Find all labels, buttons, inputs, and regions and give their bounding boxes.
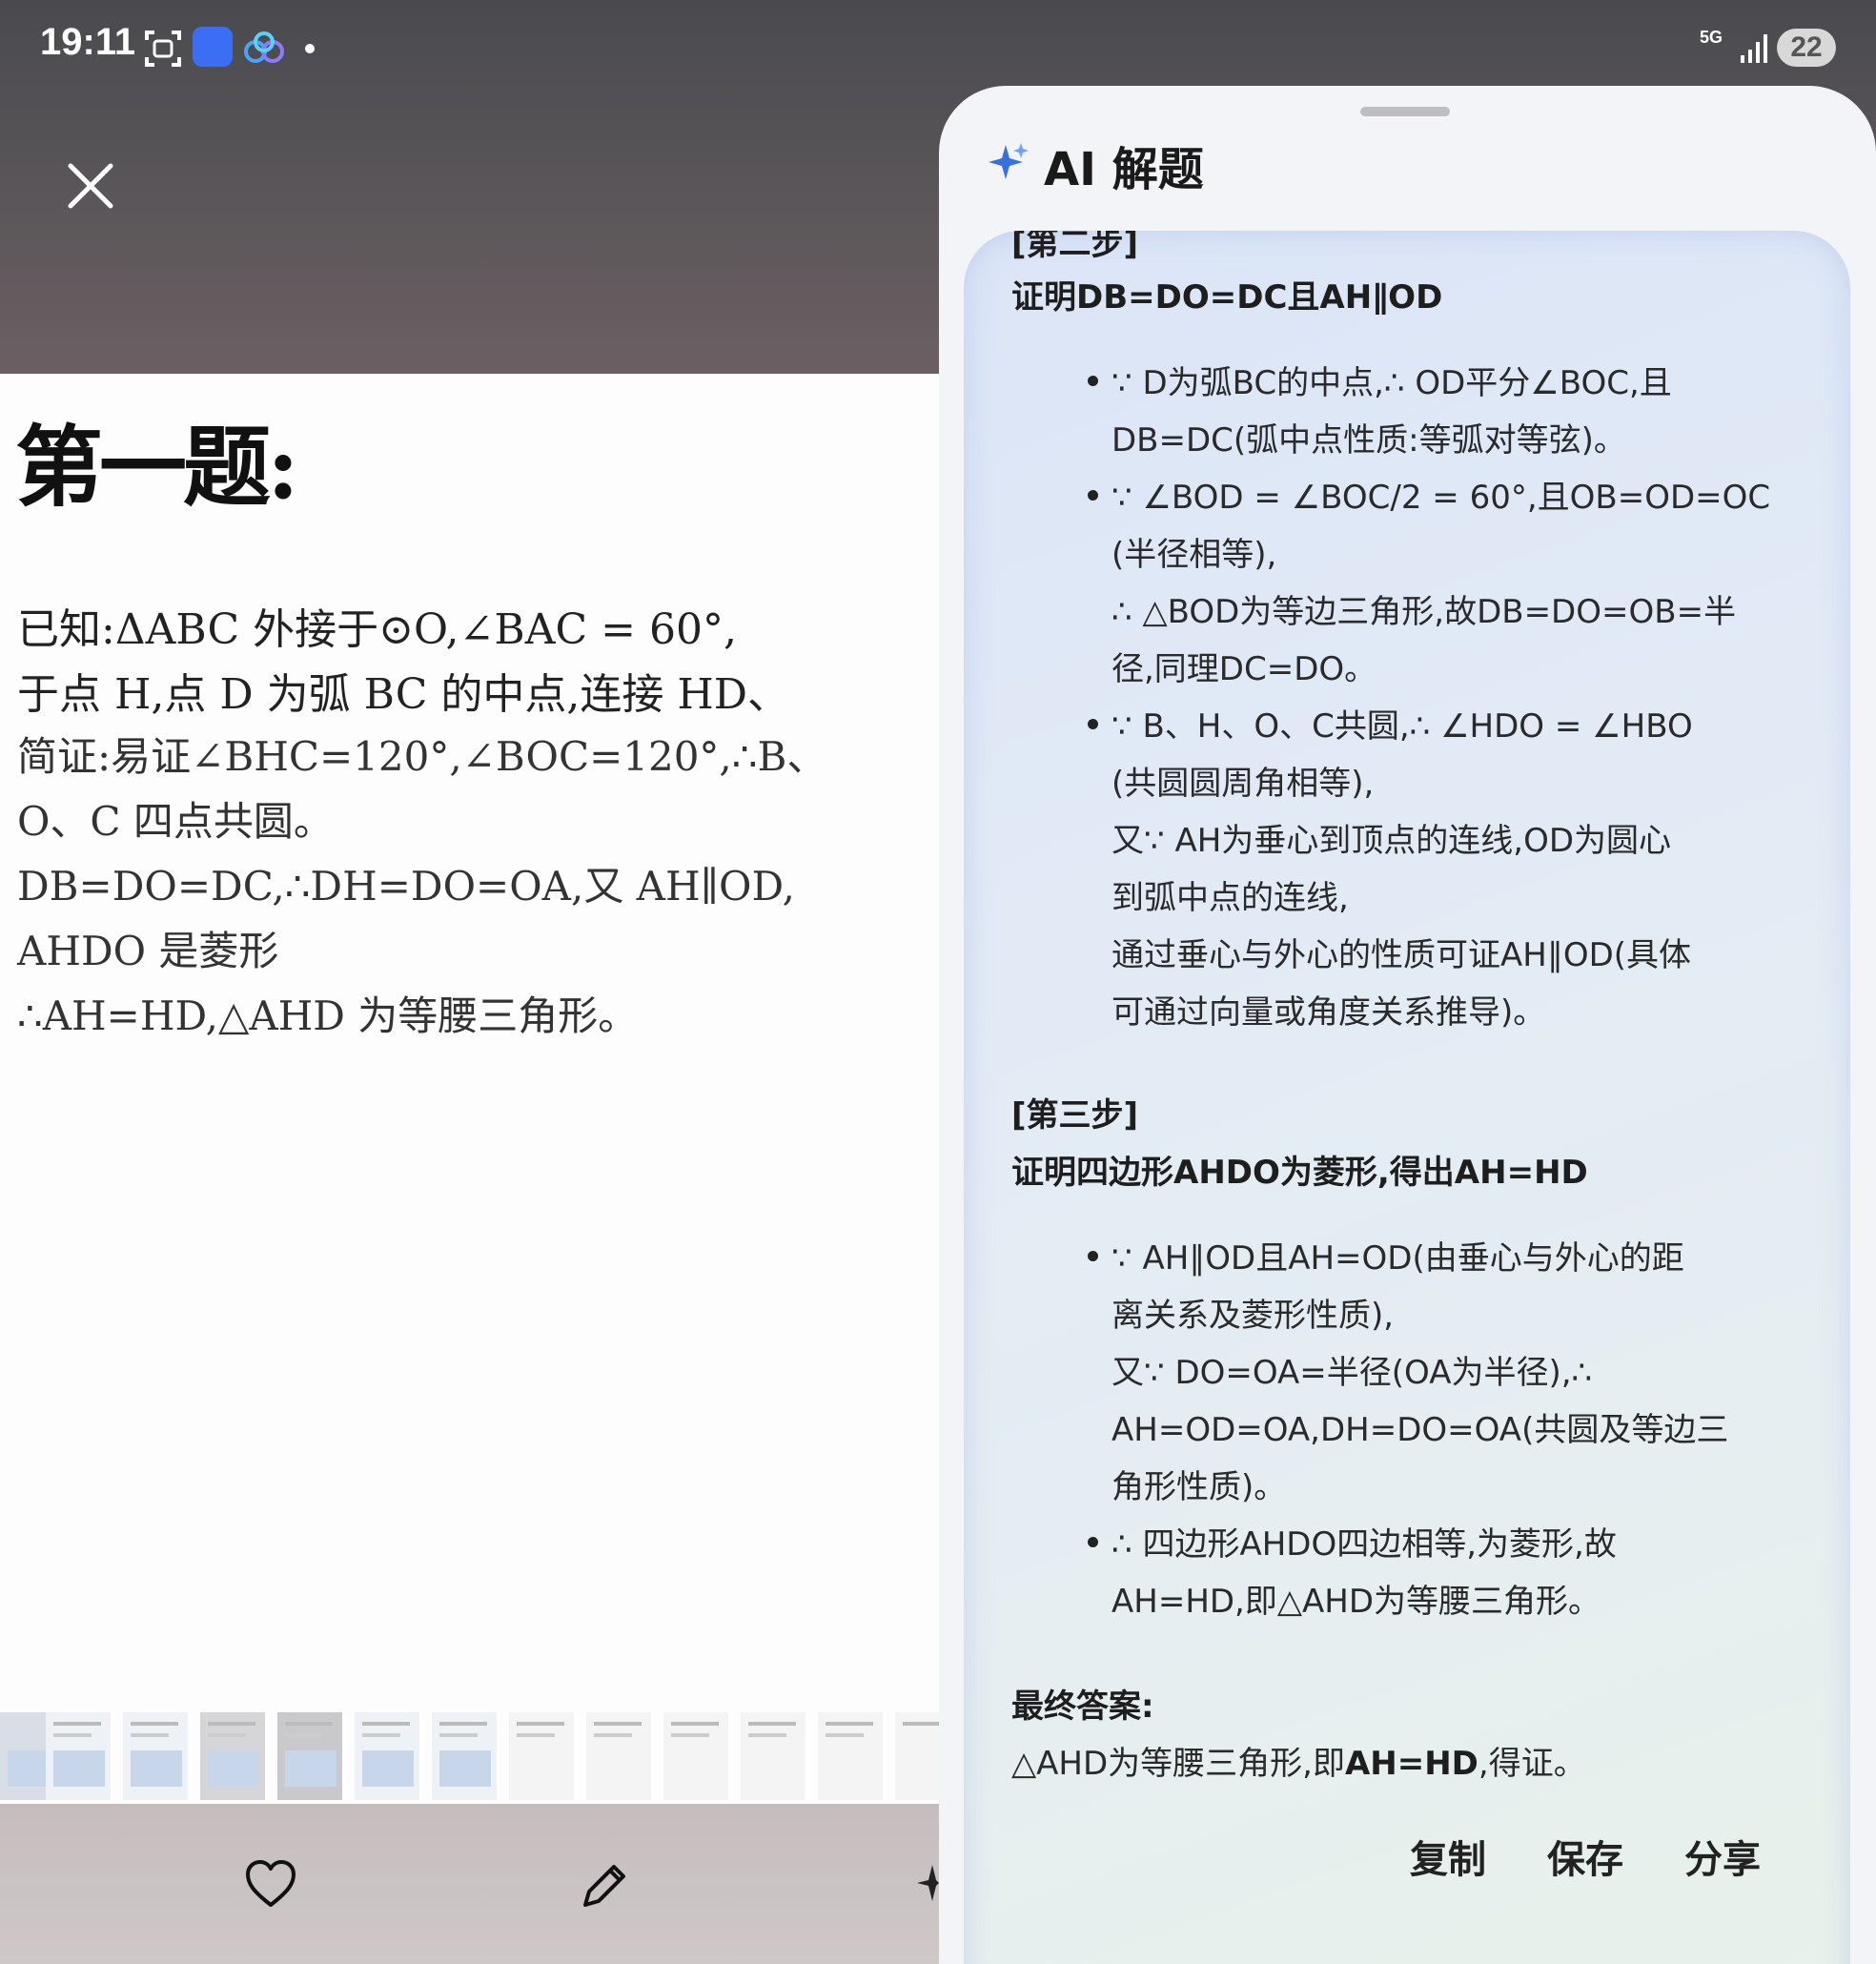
step2-line: 到弧中点的连线, <box>1111 879 1349 917</box>
solution-card: [第二步] 证明DB=DO=DC且AH∥OD ∵ D为弧BC的中点,∴ OD平分… <box>964 231 1850 1964</box>
step3-line: ∵ AH∥OD且AH=OD(由垂心与外心的距 <box>1111 1239 1684 1278</box>
heart-icon[interactable] <box>244 1859 297 1909</box>
document-line: 于点 H,点 D 为弧 BC 的中点,连接 HD、 <box>17 670 790 719</box>
sheet-title: AI 解题 <box>1044 143 1204 196</box>
document-line: DB=DO=DC,∴DH=DO=OA,又 AH∥OD, <box>17 863 795 910</box>
thumbnail[interactable] <box>200 1712 269 1800</box>
thumbnail[interactable] <box>895 1712 939 1800</box>
sheet-drag-handle[interactable] <box>1360 107 1450 116</box>
signal-icon <box>1741 34 1767 63</box>
bullet-dot <box>1088 1251 1098 1261</box>
step3-heading: 证明四边形AHDO为菱形,得出AH=HD <box>1011 1154 1588 1192</box>
share-button[interactable]: 分享 <box>1684 1829 1761 1884</box>
step3-label: [第三步] <box>1011 1096 1139 1135</box>
thumbnail[interactable] <box>355 1712 423 1800</box>
thumbnail[interactable] <box>123 1712 192 1800</box>
step3-line: 又∵ DO=OA=半径(OA为半径),∴ <box>1111 1354 1593 1392</box>
step2-line: ∵ B、H、O、C共圆,∴ ∠HDO = ∠HBO <box>1111 707 1693 746</box>
thumbnail[interactable] <box>46 1712 114 1800</box>
step3-line: AH=HD,即△AHD为等腰三角形。 <box>1111 1583 1601 1621</box>
document-image: 第一题: 已知:ΔABC 外接于⊙O,∠BAC = 60°, 于点 H,点 D … <box>0 374 939 1804</box>
close-icon[interactable] <box>57 153 124 219</box>
step3-line: 离关系及菱形性质), <box>1111 1297 1395 1335</box>
baidu-app-icon <box>193 27 233 67</box>
thumbnail[interactable] <box>277 1712 346 1800</box>
document-line: 已知:ΔABC 外接于⊙O,∠BAC = 60°, <box>17 605 737 654</box>
bullet-dot <box>1088 719 1098 729</box>
final-answer-suffix: ,得证。 <box>1478 1745 1586 1783</box>
cloud-sync-icon <box>244 31 284 63</box>
document-line: O、C 四点共圆。 <box>17 798 334 845</box>
final-answer-text: △AHD为等腰三角形,即AH=HD,得证。 <box>1011 1737 1586 1784</box>
step2-line: 可通过向量或角度关系推导)。 <box>1111 993 1546 1032</box>
ai-solve-sheet: AI 解题 [第二步] 证明DB=DO=DC且AH∥OD ∵ D为弧BC的中点,… <box>939 86 1876 1964</box>
step3-line: AH=OD=OA,DH=DO=OA(共圆及等边三 <box>1111 1411 1729 1449</box>
thumbnail[interactable] <box>432 1712 500 1800</box>
final-answer-prefix: △AHD为等腰三角形,即 <box>1011 1745 1345 1783</box>
status-bar: 19:11 5G 22 <box>0 0 1876 95</box>
status-time: 19:11 <box>40 21 136 63</box>
document-title: 第一题: <box>15 416 299 519</box>
step2-line: ∴ △BOD为等边三角形,故DB=DO=OB=半 <box>1111 593 1737 631</box>
thumbnail[interactable] <box>509 1712 578 1800</box>
thumbnail-strip[interactable] <box>0 1712 939 1800</box>
thumbnail[interactable] <box>741 1712 809 1800</box>
step2-line: ∵ D为弧BC的中点,∴ OD平分∠BOC,且 <box>1111 364 1672 402</box>
step2-line: 通过垂心与外心的性质可证AH∥OD(具体 <box>1111 936 1692 974</box>
ai-sparkle-icon[interactable] <box>913 1859 939 1907</box>
network-type: 5G <box>1700 28 1723 47</box>
bullet-dot <box>1088 376 1098 386</box>
step2-line: 径,同理DC=DO。 <box>1111 650 1377 688</box>
thumbnail[interactable] <box>818 1712 887 1800</box>
step2-line: (共圆圆周角相等), <box>1111 765 1375 803</box>
final-answer-label: 最终答案: <box>1011 1688 1154 1726</box>
document-line: ∴AH=HD,△AHD 为等腰三角形。 <box>17 992 639 1039</box>
sparkle-icon <box>989 143 1029 179</box>
final-answer-bold: AH=HD <box>1344 1745 1478 1783</box>
step2-heading: 证明DB=DO=DC且AH∥OD <box>1011 278 1443 317</box>
document-line: AHDO 是菱形 <box>17 928 279 974</box>
step3-line: 角形性质)。 <box>1111 1468 1287 1506</box>
thumbnail[interactable] <box>663 1712 732 1800</box>
edit-pencil-icon[interactable] <box>578 1859 631 1913</box>
bullet-dot <box>1088 1537 1098 1547</box>
thumbnail[interactable] <box>586 1712 655 1800</box>
copy-button[interactable]: 复制 <box>1410 1829 1486 1884</box>
step2-line: (半径相等), <box>1111 536 1277 574</box>
step2-line: ∵ ∠BOD = ∠BOC/2 = 60°,且OB=OD=OC <box>1111 479 1771 517</box>
step2-line: 又∵ AH为垂心到顶点的连线,OD为圆心 <box>1111 822 1672 860</box>
battery-indicator: 22 <box>1777 29 1836 67</box>
step2-label: [第二步] <box>1011 231 1139 263</box>
step2-line: DB=DC(弧中点性质:等弧对等弦)。 <box>1111 421 1626 460</box>
document-line: 简证:易证∠BHC=120°,∠BOC=120°,∴B、 <box>17 733 827 780</box>
step3-line: ∴ 四边形AHDO四边相等,为菱形,故 <box>1111 1525 1617 1564</box>
notification-dot-icon <box>305 44 315 53</box>
bullet-dot <box>1088 490 1098 501</box>
save-button[interactable]: 保存 <box>1547 1829 1623 1884</box>
screenshot-scan-icon <box>145 31 181 67</box>
